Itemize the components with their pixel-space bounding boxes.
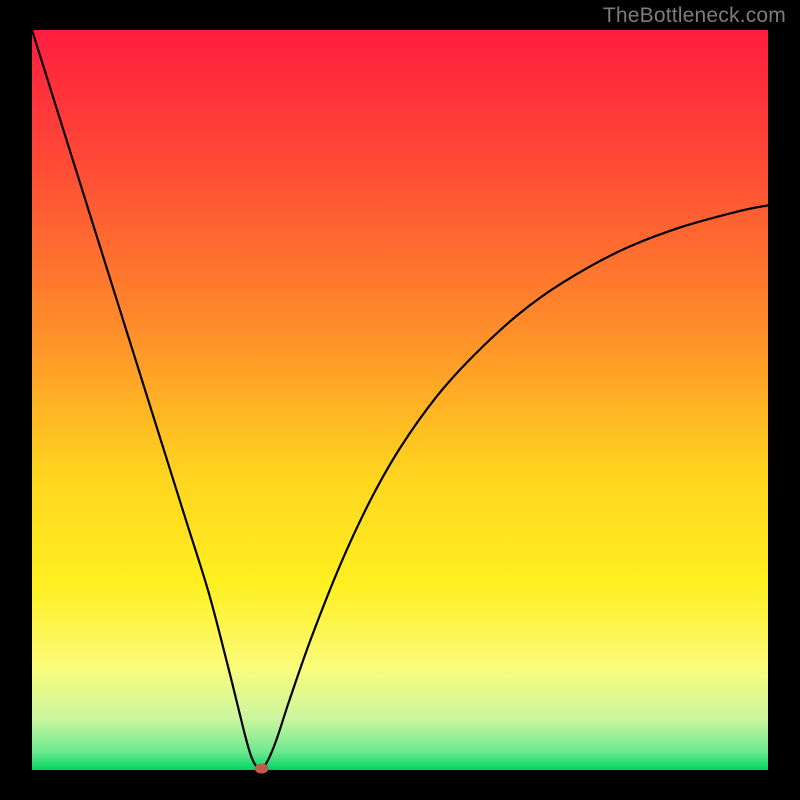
chart-frame: TheBottleneck.com [0,0,800,800]
bottleneck-chart [0,0,800,800]
minimum-marker [255,764,269,774]
gradient-background [32,30,768,770]
